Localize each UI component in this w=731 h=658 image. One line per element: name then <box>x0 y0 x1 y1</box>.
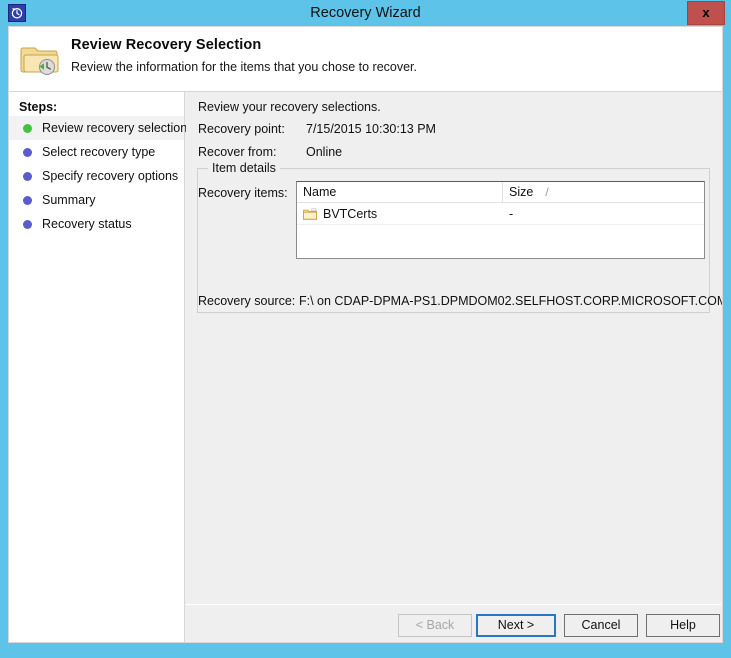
recovery-wizard-window: Recovery Wizard x Review Recovery Select… <box>0 0 731 658</box>
close-icon[interactable]: x <box>687 1 725 25</box>
item-details-legend: Item details <box>208 161 280 175</box>
page-title: Review Recovery Selection <box>71 37 262 53</box>
sidebar-item-select-recovery-type[interactable]: Select recovery type <box>9 140 184 164</box>
recovery-source-label: Recovery source: <box>198 294 296 308</box>
steps-sidebar: Steps: Review recovery selection Select … <box>9 92 188 642</box>
help-button[interactable]: Help <box>646 614 720 637</box>
wizard-banner: Review Recovery Selection Review the inf… <box>9 27 722 91</box>
column-header-size-label: Size <box>509 185 534 199</box>
footer-bar: < Back Next > Cancel Help <box>186 605 722 642</box>
sidebar-item-label: Summary <box>42 193 96 207</box>
folder-recovery-icon <box>19 39 61 79</box>
sidebar-item-recovery-status[interactable]: Recovery status <box>9 212 184 236</box>
table-cell-name-text: BVTCerts <box>323 206 378 221</box>
step-bullet-icon <box>23 171 32 181</box>
sidebar-item-label: Recovery status <box>42 217 132 231</box>
column-header-name-label: Name <box>303 185 337 199</box>
table-cell-name: BVTCerts <box>297 207 503 221</box>
client-area: Review Recovery Selection Review the inf… <box>8 26 723 643</box>
title-bar[interactable]: Recovery Wizard x <box>0 0 731 26</box>
table-row[interactable]: BVTCerts - <box>297 203 704 225</box>
step-bullet-active-icon <box>23 123 32 133</box>
steps-heading: Steps: <box>19 100 58 114</box>
column-header-name[interactable]: Name <box>297 182 503 202</box>
recovery-point-value: 7/15/2015 10:30:13 PM <box>306 122 436 136</box>
sidebar-item-label: Specify recovery options <box>42 169 179 183</box>
folder-icon <box>303 207 317 220</box>
recover-from-value: Online <box>306 145 343 159</box>
step-bullet-icon <box>23 219 32 229</box>
sidebar-item-label: Select recovery type <box>42 145 156 159</box>
recovery-point-label: Recovery point: <box>198 122 285 136</box>
recovery-items-label: Recovery items: <box>198 186 288 200</box>
recover-from-label: Recover from: <box>198 145 277 159</box>
sidebar-item-summary[interactable]: Summary <box>9 188 184 212</box>
step-bullet-icon <box>23 195 32 205</box>
next-button[interactable]: Next > <box>476 614 556 637</box>
page-subtitle: Review the information for the items tha… <box>71 60 418 74</box>
recovery-source-value: F:\ on CDAP-DPMA-PS1.DPMDOM02.SELFHOST.C… <box>299 294 723 308</box>
column-header-size[interactable]: Size / <box>503 182 704 202</box>
recovery-items-table[interactable]: Name Size / BVTCerts - <box>296 181 705 259</box>
table-header-row: Name Size / <box>297 182 704 203</box>
main-pane: Review your recovery selections. Recover… <box>186 92 723 642</box>
sidebar-item-label: Review recovery selection <box>42 121 188 135</box>
sidebar-item-review-recovery-selection[interactable]: Review recovery selection <box>9 116 188 140</box>
cancel-button[interactable]: Cancel <box>564 614 638 637</box>
step-bullet-icon <box>23 147 32 157</box>
intro-text: Review your recovery selections. <box>198 100 381 114</box>
sort-indicator-icon: / <box>545 185 549 199</box>
sidebar-item-specify-recovery-options[interactable]: Specify recovery options <box>9 164 184 188</box>
table-cell-size: - <box>509 206 514 221</box>
window-title: Recovery Wizard <box>310 5 421 21</box>
back-button[interactable]: < Back <box>398 614 472 637</box>
